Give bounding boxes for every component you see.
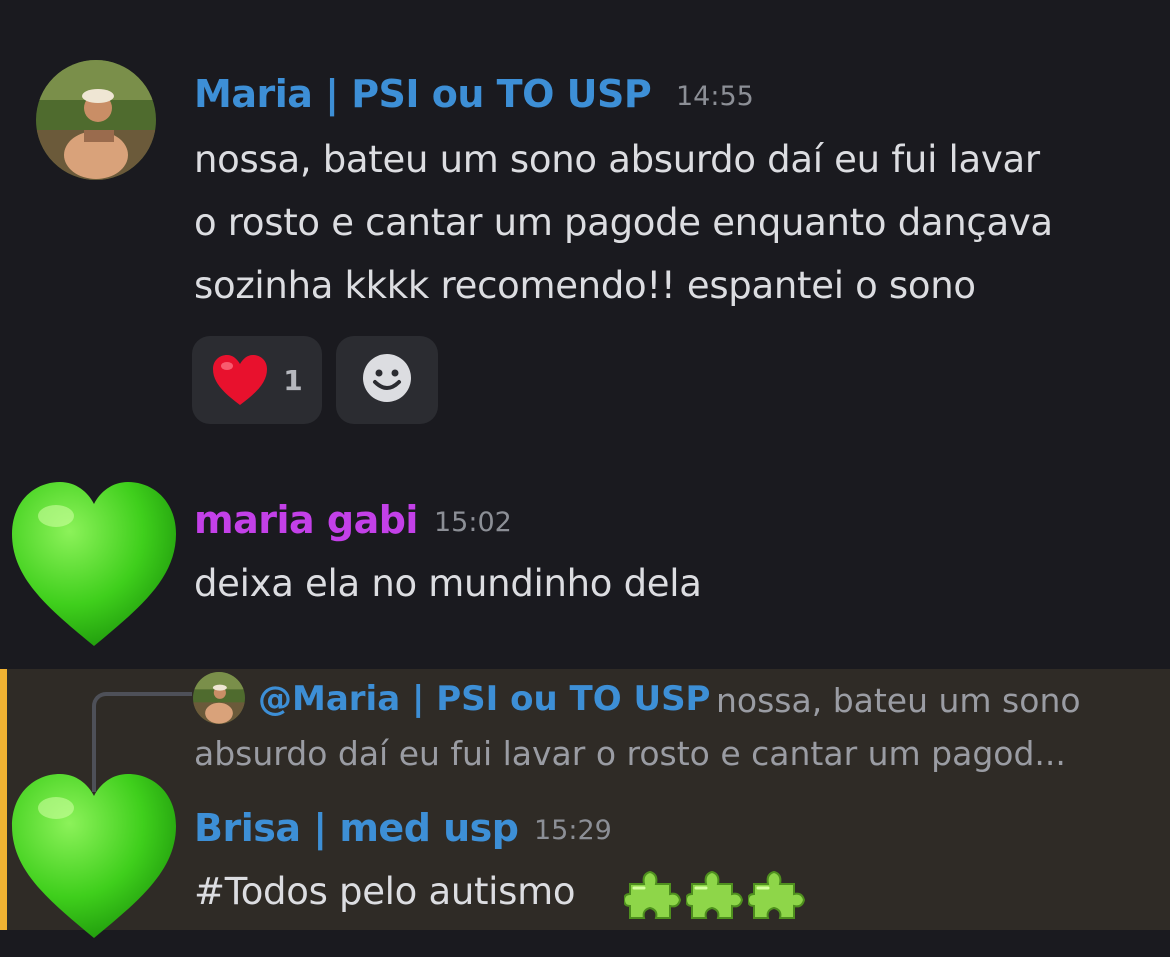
add-reaction-smiley-icon <box>362 353 412 407</box>
username[interactable]: maria gabi <box>194 498 418 542</box>
reply-mention[interactable]: @Maria | PSI ou TO USP <box>258 679 710 719</box>
username[interactable]: Brisa | med usp <box>194 806 519 850</box>
heart-reaction[interactable]: 1 <box>192 336 322 424</box>
add-reaction-button[interactable] <box>336 336 438 424</box>
mention-highlight-bar <box>0 669 7 930</box>
reply-avatar <box>193 672 245 724</box>
puzzle-piece-icon <box>622 864 682 924</box>
reply-preview-line[interactable]: nossa, bateu um sono <box>716 681 1081 721</box>
message-line: sozinha kkkk recomendo!! espantei o sono <box>194 264 976 307</box>
red-heart-icon <box>211 353 269 407</box>
reply-preview-line[interactable]: absurdo daí eu fui lavar o rosto e canta… <box>194 734 1066 774</box>
message-text: deixa ela no mundinho dela <box>194 562 702 605</box>
reaction-count: 1 <box>283 363 303 397</box>
green-heart-icon[interactable] <box>8 770 180 942</box>
emoji-row <box>622 864 814 920</box>
timestamp: 14:55 <box>676 81 754 112</box>
message-line: nossa, bateu um sono absurdo daí eu fui … <box>194 138 1040 181</box>
timestamp: 15:02 <box>434 507 512 538</box>
timestamp: 15:29 <box>534 815 612 846</box>
puzzle-piece-icon <box>684 864 744 924</box>
green-heart-icon[interactable] <box>8 478 180 650</box>
message-text: #Todos pelo autismo <box>194 870 576 913</box>
puzzle-piece-icon <box>746 864 806 924</box>
user-avatar[interactable] <box>36 60 156 180</box>
message-line: o rosto e cantar um pagode enquanto danç… <box>194 201 1053 244</box>
username[interactable]: Maria | PSI ou TO USP <box>194 72 652 116</box>
